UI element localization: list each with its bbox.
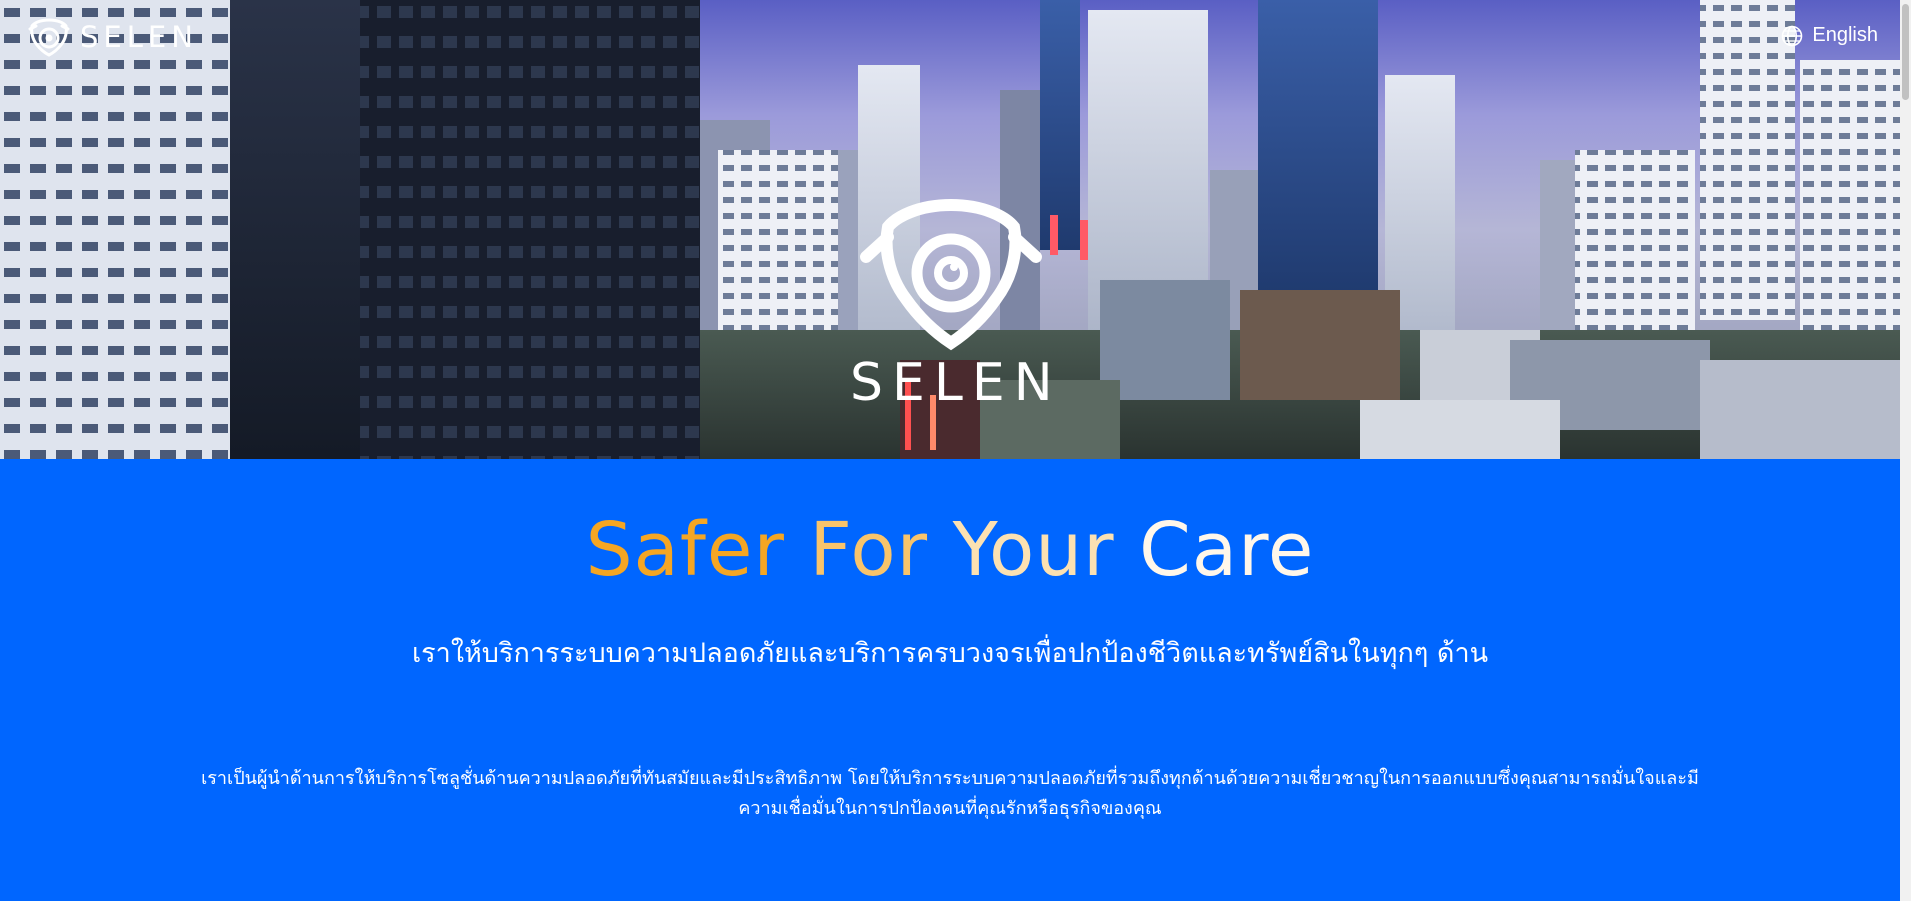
headline: Safer For Your Care <box>0 507 1900 593</box>
description: เราเป็นผู้นำด้านการให้บริการโซลูชั่นด้าน… <box>201 768 1699 819</box>
scrollbar-thumb[interactable] <box>1902 4 1909 100</box>
page-scrollbar[interactable] <box>1900 0 1911 901</box>
language-label: English <box>1812 24 1878 46</box>
intro-section: Safer For Your Care เราให้บริการระบบความ… <box>0 459 1900 901</box>
tagline: เราให้บริการระบบความปลอดภัยและบริการครบว… <box>411 638 1489 669</box>
page: SELEN English SELEN Safer For Your Care … <box>0 0 1911 901</box>
header-brand: SELEN <box>80 20 198 54</box>
hero-logo: SELEN <box>850 195 1053 415</box>
headline-word-4: Care <box>1139 507 1315 593</box>
shield-eye-icon <box>860 198 1042 351</box>
headline-word-3: Your <box>952 507 1115 593</box>
hero-brand: SELEN <box>850 353 1062 413</box>
headline-word-1: Safer <box>585 507 785 593</box>
language-selector[interactable]: English <box>1781 24 1878 47</box>
headline-word-2: For <box>809 507 929 593</box>
globe-icon <box>1782 25 1803 46</box>
shield-eye-icon <box>28 18 70 57</box>
header-logo[interactable]: SELEN <box>28 17 198 57</box>
hero-banner: SELEN English SELEN <box>0 0 1900 459</box>
